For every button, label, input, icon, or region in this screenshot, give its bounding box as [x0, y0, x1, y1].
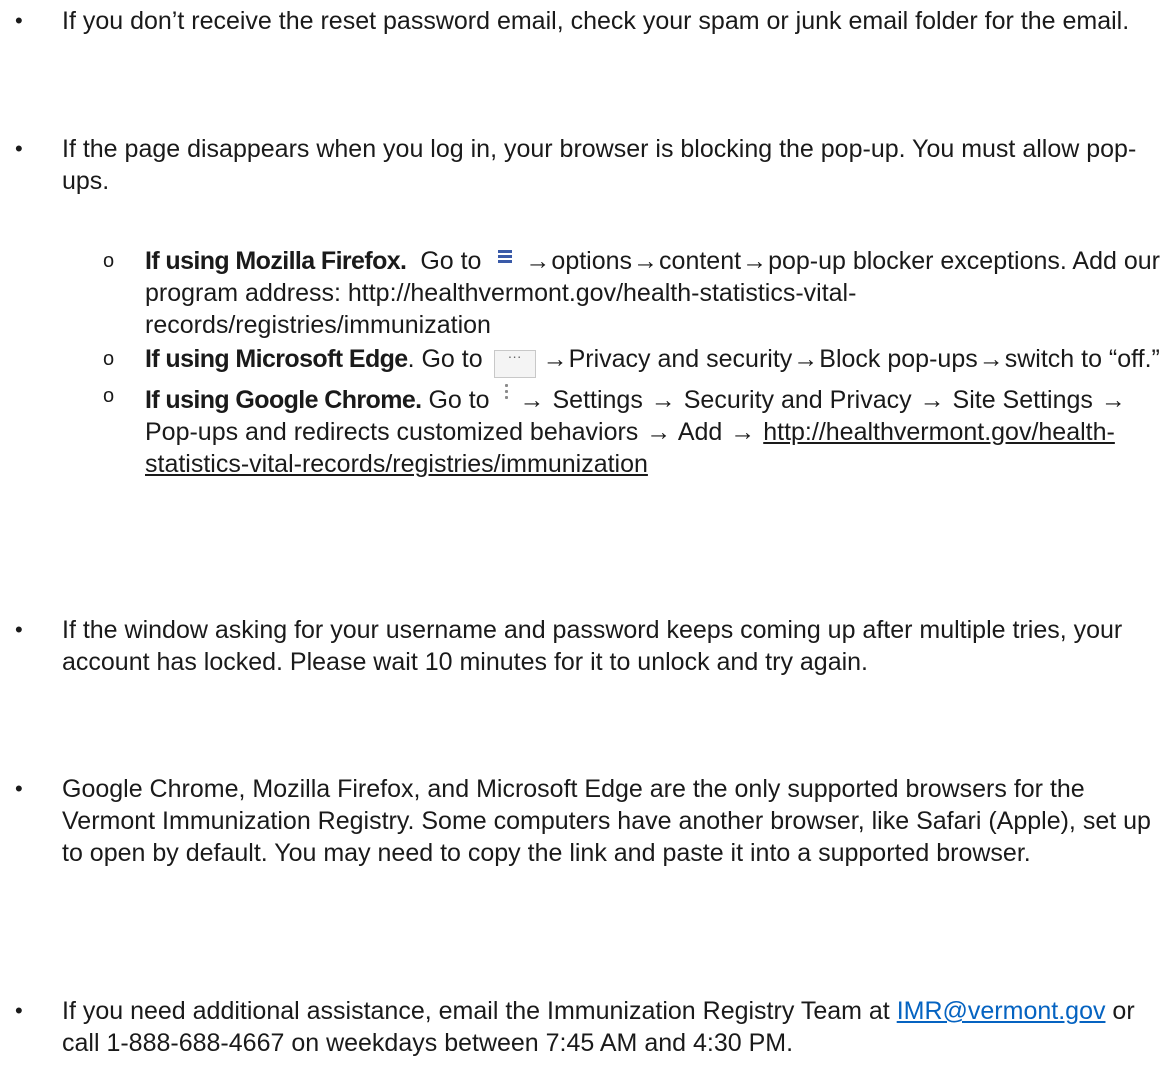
edge-step-off: switch to “off.” — [1004, 345, 1160, 373]
bullet-popup: • If the page disappears when you log in… — [15, 133, 1162, 197]
firefox-step-options: options — [551, 247, 633, 275]
chrome-instruction: o If using Google Chrome. Go to → Settin… — [103, 380, 1165, 480]
arrow-icon: → — [978, 345, 1004, 373]
arrow-icon: → — [525, 247, 551, 275]
firefox-instruction: o If using Mozilla Firefox. Go to →optio… — [103, 245, 1165, 341]
spam-text: If you don’t receive the reset password … — [62, 7, 1130, 35]
arrow-icon: → — [1100, 386, 1126, 414]
bullet-spam: • If you don’t receive the reset passwor… — [15, 5, 1162, 37]
arrow-icon: → — [633, 247, 659, 275]
arrow-icon: → — [650, 386, 676, 414]
bullet-locked: • If the window asking for your username… — [15, 614, 1162, 678]
sub-bullet: o — [103, 348, 115, 370]
chrome-go-to: Go to — [428, 386, 490, 414]
edge-step-block: Block pop-ups — [819, 345, 978, 373]
browser-instructions-list: o If using Mozilla Firefox. Go to →optio… — [103, 245, 1165, 481]
sub-bullet: o — [103, 385, 115, 407]
firefox-go-to: Go to — [420, 247, 482, 275]
assist-before-text: If you need additional assistance, email… — [62, 997, 890, 1025]
chrome-step-add: Add — [677, 418, 723, 446]
arrow-icon: → — [646, 418, 672, 446]
bullet-dot: • — [15, 776, 23, 801]
chrome-step-site-settings: Site Settings — [952, 386, 1093, 414]
bullet-dot: • — [15, 8, 23, 33]
vertical-dots-icon — [501, 380, 513, 406]
arrow-icon: → — [793, 345, 819, 373]
edge-step-privacy: Privacy and security — [568, 345, 793, 373]
arrow-icon: → — [542, 345, 568, 373]
edge-instruction: o If using Microsoft Edge. Go to ··· →Pri… — [103, 343, 1165, 378]
bullet-dot: • — [15, 617, 23, 642]
locked-text: If the window asking for your username a… — [62, 616, 1123, 676]
email-link[interactable]: IMR@vermont.gov — [897, 997, 1106, 1025]
arrow-icon: → — [742, 247, 768, 275]
arrow-icon: → — [730, 418, 756, 446]
chrome-step-settings: Settings — [552, 386, 643, 414]
firefox-label: If using Mozilla Firefox. — [145, 247, 407, 275]
popup-intro-text: If the page disappears when you log in, … — [62, 135, 1137, 195]
edge-label: If using Microsoft Edge — [145, 345, 408, 373]
ellipsis-button-icon: ··· — [493, 349, 536, 378]
edge-go-to: . Go to — [407, 345, 483, 373]
chrome-step-popups: Pop-ups and redirects customized behavio… — [145, 418, 639, 446]
chrome-step-security: Security and Privacy — [683, 386, 912, 414]
bullet-browsers: • Google Chrome, Mozilla Firefox, and Mi… — [15, 773, 1162, 869]
bullet-dot: • — [15, 136, 23, 161]
firefox-step-content: content — [659, 247, 742, 275]
arrow-icon: → — [519, 386, 545, 414]
arrow-icon: → — [919, 386, 945, 414]
bullet-dot: • — [15, 998, 23, 1023]
browsers-text: Google Chrome, Mozilla Firefox, and Micr… — [62, 775, 1151, 867]
chrome-label: If using Google Chrome. — [145, 386, 422, 414]
hamburger-menu-icon — [492, 245, 520, 271]
sub-bullet: o — [103, 250, 115, 272]
bullet-assist: • If you need additional assistance, ema… — [15, 995, 1162, 1059]
